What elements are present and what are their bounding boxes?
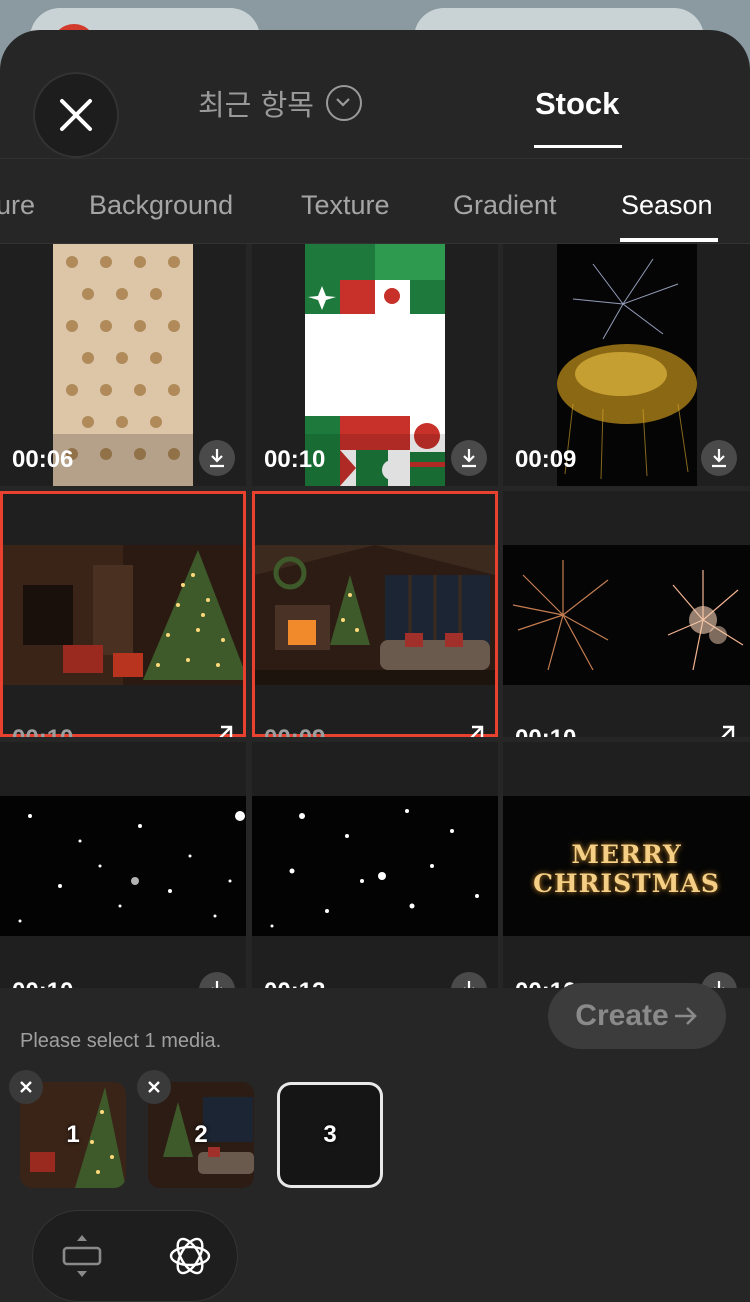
tab-stock[interactable]: Stock (535, 86, 619, 122)
slot-number: 1 (66, 1121, 80, 1148)
arrow-right-icon (674, 1007, 697, 1025)
aspect-ratio-icon[interactable] (58, 1232, 106, 1280)
download-button[interactable] (199, 972, 235, 988)
download-button[interactable] (701, 440, 737, 476)
tab-background[interactable]: Background (89, 190, 233, 221)
download-icon (464, 981, 474, 988)
close-icon (60, 99, 92, 131)
close-icon (148, 1081, 160, 1093)
effects-icon[interactable] (166, 1232, 214, 1280)
divider (0, 158, 750, 159)
media-tile-selected[interactable]: 00:10 (0, 491, 246, 737)
expand-icon[interactable] (201, 723, 235, 737)
download-button[interactable] (199, 440, 235, 476)
selected-media-slot-3[interactable]: 3 (277, 1082, 383, 1188)
remove-slot-1-button[interactable] (9, 1070, 43, 1104)
merry-christmas-text: MERRY CHRISTMAS (533, 840, 720, 898)
download-button[interactable] (451, 972, 487, 988)
tab-season-indicator (620, 238, 718, 242)
media-tile[interactable]: 00:10 (0, 742, 246, 988)
fireworks-bursts-thumbnail (503, 545, 750, 685)
duration-label: 00:12 (264, 978, 325, 988)
duration-label: 00:09 (515, 446, 577, 473)
bottom-toolbar (32, 1210, 238, 1302)
download-icon (712, 449, 726, 468)
download-button[interactable] (451, 440, 487, 476)
expand-icon[interactable] (703, 723, 737, 737)
snowfall-thumbnail (0, 796, 246, 936)
download-icon (714, 981, 724, 988)
close-icon (20, 1081, 32, 1093)
duration-label: 00:10 (515, 725, 576, 737)
slot-number: 2 (194, 1121, 208, 1148)
media-tile-selected[interactable]: 00:09 (252, 491, 498, 737)
create-button[interactable]: Create (548, 983, 726, 1049)
recent-items-dropdown[interactable]: 최근 항목 (198, 82, 362, 124)
duration-label: 00:09 (264, 725, 325, 737)
media-tile[interactable]: 00:12 (252, 742, 498, 988)
christmas-tree-fireplace-thumbnail (3, 545, 243, 685)
media-tile[interactable]: 00:10 (503, 491, 750, 737)
tab-category-partial[interactable]: ure (0, 190, 35, 221)
cozy-living-room-thumbnail (255, 545, 495, 685)
recent-items-label: 최근 항목 (198, 88, 314, 122)
merry-christmas-thumbnail: MERRY CHRISTMAS (503, 796, 750, 936)
duration-label: 00:10 (12, 978, 73, 988)
selection-hint: Please select 1 media. (20, 1030, 222, 1052)
snowfall-thumbnail (252, 796, 498, 936)
tab-season[interactable]: Season (621, 190, 713, 221)
media-tile[interactable]: 00:06 (0, 244, 246, 486)
media-tile[interactable]: MERRY CHRISTMAS 00:10 (503, 742, 750, 988)
download-icon (212, 981, 222, 988)
duration-label: 00:06 (12, 446, 74, 473)
duration-label: 00:10 (12, 725, 73, 737)
tab-stock-indicator (534, 145, 622, 148)
tab-texture[interactable]: Texture (301, 190, 390, 221)
close-button[interactable] (33, 72, 119, 158)
chevron-down-icon (325, 85, 362, 121)
download-icon (462, 449, 476, 468)
media-tile[interactable]: 00:09 (503, 244, 750, 486)
tab-gradient[interactable]: Gradient (453, 190, 557, 221)
remove-slot-2-button[interactable] (137, 1070, 171, 1104)
slot-number: 3 (323, 1121, 337, 1148)
stock-picker-sheet: 최근 항목 Stock ure Background Texture Gradi… (0, 30, 750, 1302)
create-label: Create (575, 999, 669, 1032)
download-icon (210, 449, 224, 468)
duration-label: 00:10 (264, 446, 326, 473)
media-tile[interactable]: 00:10 (252, 244, 498, 486)
expand-icon[interactable] (452, 723, 486, 737)
